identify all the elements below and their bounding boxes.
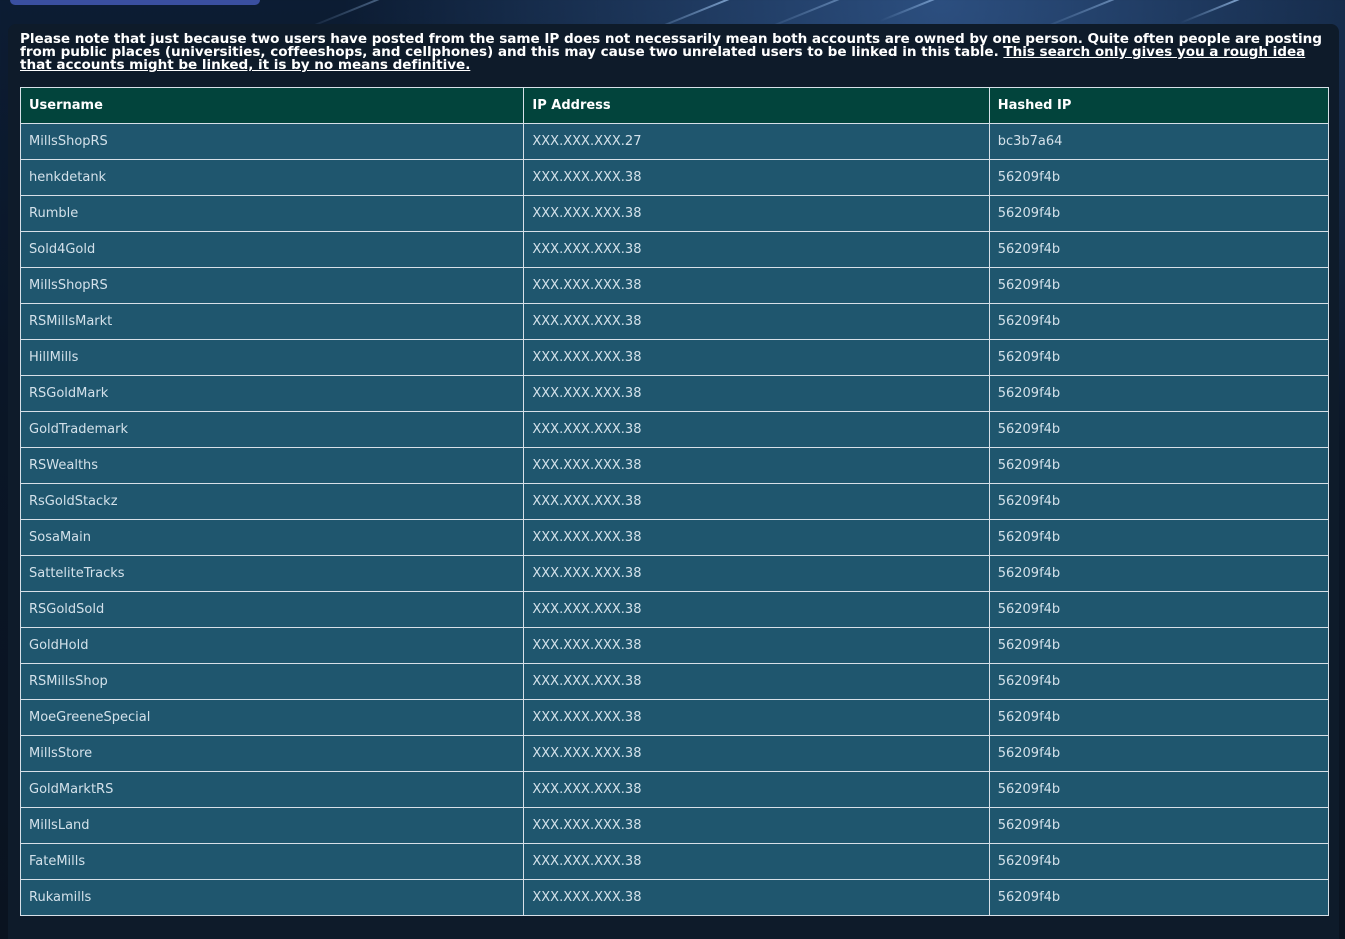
cell-hashed-ip: 56209f4b: [988, 879, 1330, 916]
cell-username[interactable]: SosaMain: [19, 519, 525, 556]
shared-ip-table: Username IP Address Hashed IP MillsShopR…: [19, 87, 1330, 916]
table-row: SatteliteTracks XXX.XXX.XXX.38 56209f4b: [19, 555, 1330, 592]
cell-ip-address: XXX.XXX.XXX.38: [523, 483, 990, 520]
cell-username[interactable]: MoeGreeneSpecial: [19, 699, 525, 736]
cell-ip-address: XXX.XXX.XXX.38: [523, 555, 990, 592]
table-row: RsGoldStackz XXX.XXX.XXX.38 56209f4b: [19, 483, 1330, 520]
table-row: RSGoldSold XXX.XXX.XXX.38 56209f4b: [19, 591, 1330, 628]
cell-ip-address: XXX.XXX.XXX.27: [523, 123, 990, 160]
column-header-hashed-ip[interactable]: Hashed IP: [988, 87, 1330, 124]
cell-hashed-ip: 56209f4b: [988, 555, 1330, 592]
cell-username[interactable]: SatteliteTracks: [19, 555, 525, 592]
cell-hashed-ip: 56209f4b: [988, 735, 1330, 772]
cell-ip-address: XXX.XXX.XXX.38: [523, 627, 990, 664]
table-header-row: Username IP Address Hashed IP: [19, 87, 1330, 124]
cell-hashed-ip: 56209f4b: [988, 375, 1330, 412]
cell-ip-address: XXX.XXX.XXX.38: [523, 447, 990, 484]
cell-username[interactable]: RSMillsShop: [19, 663, 525, 700]
cell-ip-address: XXX.XXX.XXX.38: [523, 339, 990, 376]
cell-ip-address: XXX.XXX.XXX.38: [523, 375, 990, 412]
cell-ip-address: XXX.XXX.XXX.38: [523, 411, 990, 448]
cell-ip-address: XXX.XXX.XXX.38: [523, 195, 990, 232]
cell-hashed-ip: 56209f4b: [988, 663, 1330, 700]
cell-hashed-ip: 56209f4b: [988, 843, 1330, 880]
cell-hashed-ip: 56209f4b: [988, 483, 1330, 520]
table-row: GoldHold XXX.XXX.XXX.38 56209f4b: [19, 627, 1330, 664]
cell-ip-address: XXX.XXX.XXX.38: [523, 771, 990, 808]
cell-hashed-ip: 56209f4b: [988, 771, 1330, 808]
table-body: MillsShopRS XXX.XXX.XXX.27 bc3b7a64 henkdet…: [19, 123, 1330, 916]
cell-username[interactable]: GoldHold: [19, 627, 525, 664]
table-row: Sold4Gold XXX.XXX.XXX.38 56209f4b: [19, 231, 1330, 268]
table-row: GoldTrademark XXX.XXX.XXX.38 56209f4b: [19, 411, 1330, 448]
cell-username[interactable]: RSMillsMarkt: [19, 303, 525, 340]
cell-username[interactable]: henkdetank: [19, 159, 525, 196]
table-row: SosaMain XXX.XXX.XXX.38 56209f4b: [19, 519, 1330, 556]
column-header-ip-address[interactable]: IP Address: [523, 87, 990, 124]
cell-username[interactable]: RSWealths: [19, 447, 525, 484]
table-row: RSMillsMarkt XXX.XXX.XXX.38 56209f4b: [19, 303, 1330, 340]
cell-username[interactable]: GoldMarktRS: [19, 771, 525, 808]
cell-ip-address: XXX.XXX.XXX.38: [523, 231, 990, 268]
cell-ip-address: XXX.XXX.XXX.38: [523, 807, 990, 844]
top-nav-tab[interactable]: [10, 0, 260, 5]
cell-ip-address: XXX.XXX.XXX.38: [523, 159, 990, 196]
table-row: henkdetank XXX.XXX.XXX.38 56209f4b: [19, 159, 1330, 196]
ip-disclaimer-notice: Please note that just because two users …: [20, 32, 1330, 72]
table-row: MillsShopRS XXX.XXX.XXX.38 56209f4b: [19, 267, 1330, 304]
cell-hashed-ip: 56209f4b: [988, 591, 1330, 628]
cell-hashed-ip: 56209f4b: [988, 447, 1330, 484]
cell-username[interactable]: FateMills: [19, 843, 525, 880]
table-row: RSGoldMark XXX.XXX.XXX.38 56209f4b: [19, 375, 1330, 412]
cell-ip-address: XXX.XXX.XXX.38: [523, 519, 990, 556]
table-row: GoldMarktRS XXX.XXX.XXX.38 56209f4b: [19, 771, 1330, 808]
cell-hashed-ip: 56209f4b: [988, 159, 1330, 196]
cell-ip-address: XXX.XXX.XXX.38: [523, 843, 990, 880]
cell-ip-address: XXX.XXX.XXX.38: [523, 699, 990, 736]
cell-ip-address: XXX.XXX.XXX.38: [523, 267, 990, 304]
table-row: FateMills XXX.XXX.XXX.38 56209f4b: [19, 843, 1330, 880]
cell-hashed-ip: 56209f4b: [988, 231, 1330, 268]
cell-ip-address: XXX.XXX.XXX.38: [523, 591, 990, 628]
table-row: MillsStore XXX.XXX.XXX.38 56209f4b: [19, 735, 1330, 772]
cell-hashed-ip: 56209f4b: [988, 807, 1330, 844]
table-row: Rumble XXX.XXX.XXX.38 56209f4b: [19, 195, 1330, 232]
table-row: MoeGreeneSpecial XXX.XXX.XXX.38 56209f4b: [19, 699, 1330, 736]
cell-ip-address: XXX.XXX.XXX.38: [523, 735, 990, 772]
table-row: Rukamills XXX.XXX.XXX.38 56209f4b: [19, 879, 1330, 916]
table-row: RSWealths XXX.XXX.XXX.38 56209f4b: [19, 447, 1330, 484]
column-header-username[interactable]: Username: [19, 87, 525, 124]
cell-hashed-ip: 56209f4b: [988, 195, 1330, 232]
cell-hashed-ip: 56209f4b: [988, 699, 1330, 736]
cell-username[interactable]: Sold4Gold: [19, 231, 525, 268]
table-row: HillMills XXX.XXX.XXX.38 56209f4b: [19, 339, 1330, 376]
cell-hashed-ip: 56209f4b: [988, 519, 1330, 556]
cell-username[interactable]: GoldTrademark: [19, 411, 525, 448]
cell-username[interactable]: Rumble: [19, 195, 525, 232]
cell-username[interactable]: MillsShopRS: [19, 123, 525, 160]
cell-hashed-ip: 56209f4b: [988, 339, 1330, 376]
cell-username[interactable]: RsGoldStackz: [19, 483, 525, 520]
cell-hashed-ip: 56209f4b: [988, 303, 1330, 340]
cell-hashed-ip: 56209f4b: [988, 627, 1330, 664]
cell-username[interactable]: MillsStore: [19, 735, 525, 772]
cell-username[interactable]: Rukamills: [19, 879, 525, 916]
table-row: MillsLand XXX.XXX.XXX.38 56209f4b: [19, 807, 1330, 844]
cell-username[interactable]: HillMills: [19, 339, 525, 376]
cell-hashed-ip: bc3b7a64: [988, 123, 1330, 160]
cell-hashed-ip: 56209f4b: [988, 267, 1330, 304]
cell-username[interactable]: RSGoldMark: [19, 375, 525, 412]
cell-ip-address: XXX.XXX.XXX.38: [523, 303, 990, 340]
cell-username[interactable]: MillsShopRS: [19, 267, 525, 304]
cell-username[interactable]: RSGoldSold: [19, 591, 525, 628]
cell-ip-address: XXX.XXX.XXX.38: [523, 879, 990, 916]
table-row: MillsShopRS XXX.XXX.XXX.27 bc3b7a64: [19, 123, 1330, 160]
cell-username[interactable]: MillsLand: [19, 807, 525, 844]
cell-hashed-ip: 56209f4b: [988, 411, 1330, 448]
table-row: RSMillsShop XXX.XXX.XXX.38 56209f4b: [19, 663, 1330, 700]
cell-ip-address: XXX.XXX.XXX.38: [523, 663, 990, 700]
